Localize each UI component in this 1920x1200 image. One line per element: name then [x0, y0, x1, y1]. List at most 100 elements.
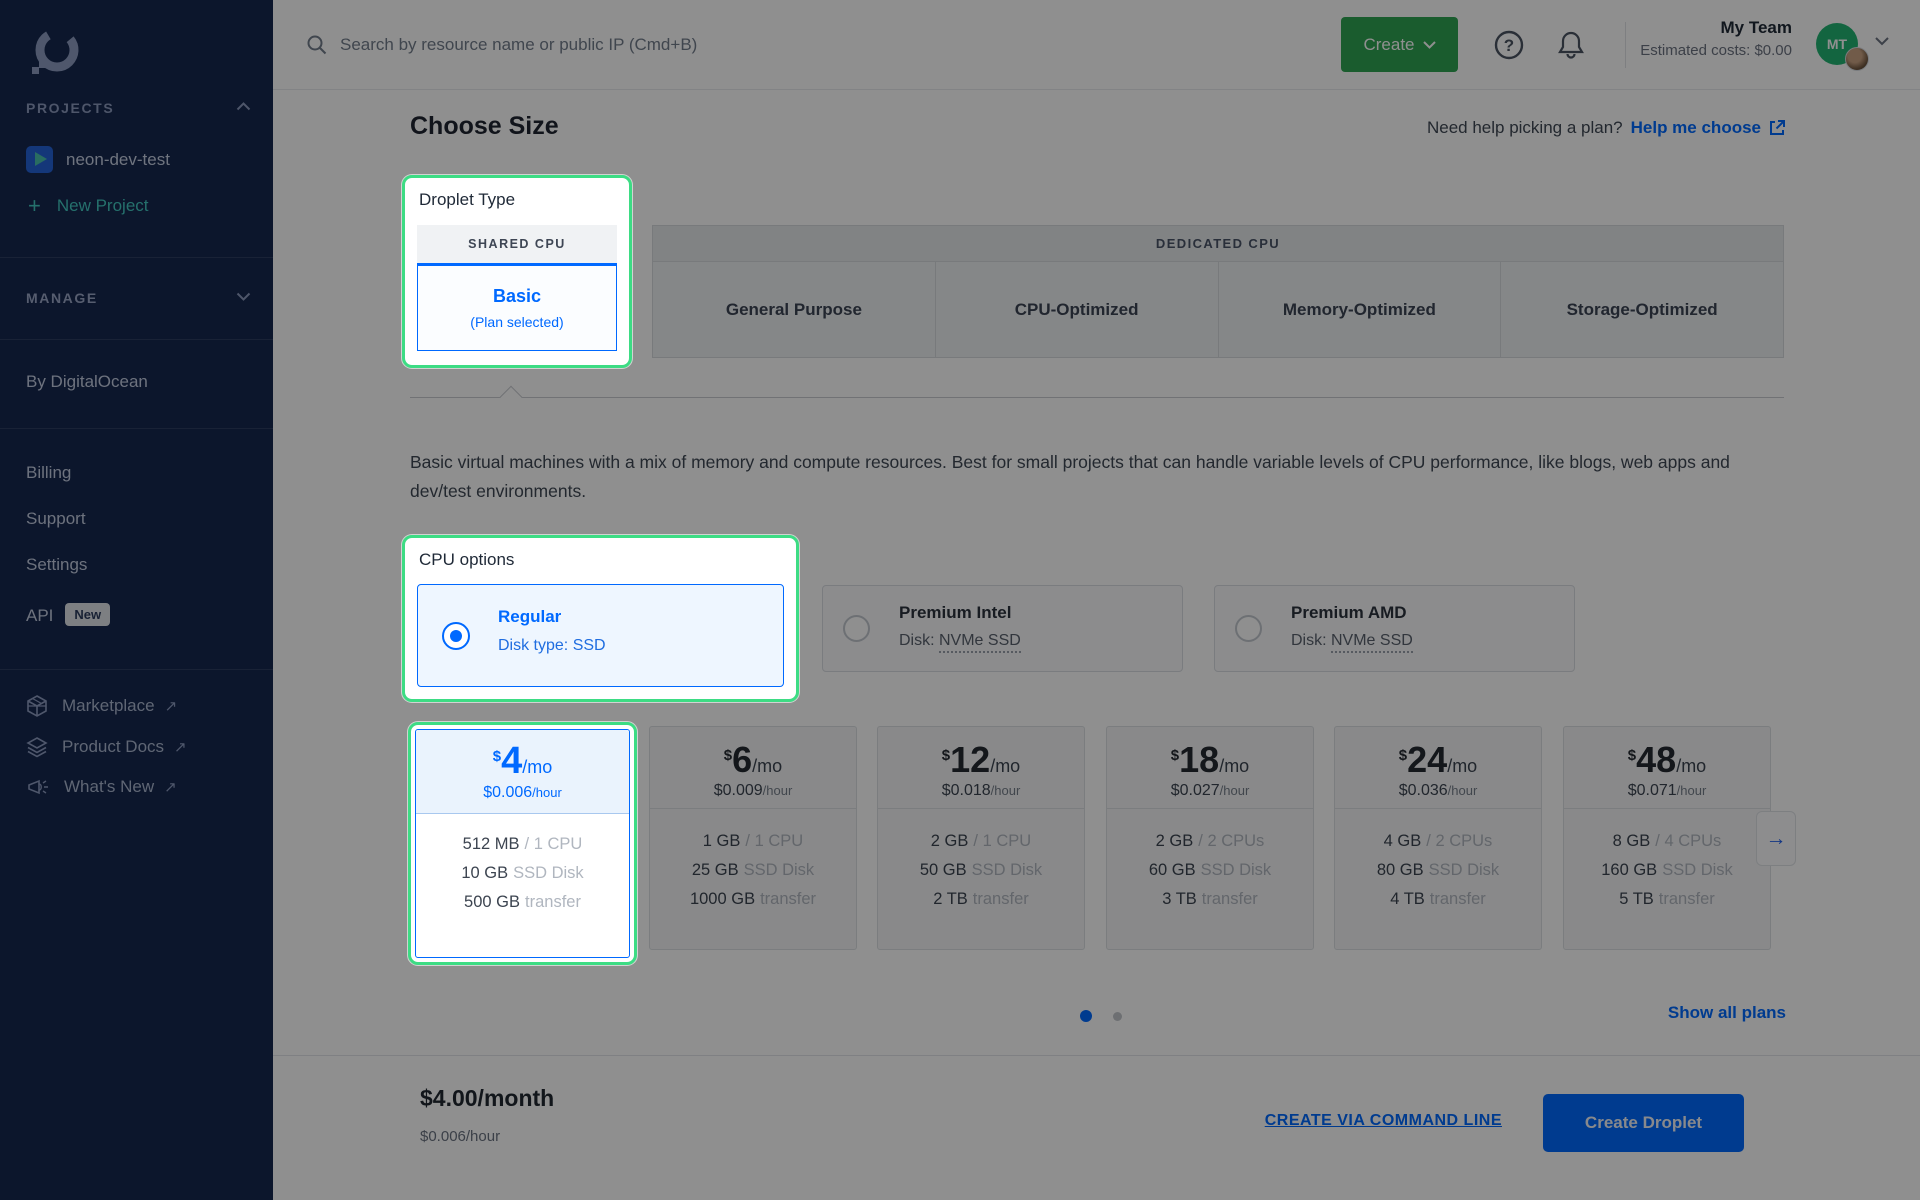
project-icon [26, 146, 53, 173]
project-name-label: neon-dev-test [66, 150, 170, 170]
sidebar-item-product-docs[interactable]: Product Docs ↗ [26, 736, 187, 758]
avatar-initials: MT [1827, 36, 1847, 52]
regular-disk-type: Disk type: SSD [498, 637, 606, 655]
page-title: Choose Size [410, 112, 559, 141]
sidebar-item-marketplace[interactable]: Marketplace ↗ [26, 695, 177, 717]
cpu-option-premium-intel[interactable]: Premium Intel Disk: NVMe SSD [822, 585, 1183, 672]
new-project-label: New Project [57, 196, 149, 216]
basic-label: Basic [493, 286, 541, 307]
projects-collapse-chevron-up-icon[interactable] [236, 102, 251, 111]
sidebar-item-support[interactable]: Support [26, 509, 86, 529]
plus-icon: + [28, 195, 41, 217]
manage-section-header[interactable]: MANAGE [26, 290, 98, 306]
section-divider-caret [500, 386, 523, 409]
create-button[interactable]: Create [1341, 17, 1458, 72]
plan-card-18[interactable]: $18/mo $0.027/hour 2 GB/ 2 CPUs 60 GBSSD… [1106, 726, 1314, 950]
cpu-option-premium-amd[interactable]: Premium AMD Disk: NVMe SSD [1214, 585, 1575, 672]
sidebar-divider [0, 339, 273, 340]
plan-specs: 512 MB/ 1 CPU 10 GBSSD Disk 500 GBtransf… [416, 814, 629, 917]
shared-cpu-tab[interactable]: SHARED CPU [417, 225, 617, 263]
sidebar-item-by-digitalocean[interactable]: By DigitalOcean [26, 372, 148, 392]
new-badge: New [65, 603, 110, 626]
help-prefix-text: Need help picking a plan? [1427, 118, 1623, 138]
docs-layers-icon [26, 736, 48, 758]
pagination-dot-active[interactable] [1080, 1010, 1092, 1022]
pagination-dot[interactable] [1113, 1012, 1122, 1021]
premium-intel-label: Premium Intel [899, 603, 1011, 623]
show-all-plans-link[interactable]: Show all plans [1668, 1003, 1786, 1023]
plan-card-24[interactable]: $24/mo $0.036/hour 4 GB/ 2 CPUs 80 GBSSD… [1334, 726, 1542, 950]
topbar-divider [1625, 22, 1626, 68]
plan-card-12[interactable]: $12/mo $0.018/hour 2 GB/ 1 CPU 50 GBSSD … [877, 726, 1085, 950]
megaphone-icon [26, 777, 50, 797]
sidebar-item-api[interactable]: API New [26, 603, 110, 626]
team-name: My Team [1640, 18, 1792, 38]
right-arrow-icon: → [1766, 827, 1787, 851]
radio-unselected-icon[interactable] [843, 615, 870, 642]
help-button[interactable]: ? [1491, 27, 1527, 63]
sidebar-item-settings[interactable]: Settings [26, 555, 87, 575]
sidebar-item-billing[interactable]: Billing [26, 463, 71, 483]
plan-card-6[interactable]: $6/mo $0.009/hour 1 GB/ 1 CPU 25 GBSSD D… [649, 726, 857, 950]
premium-amd-disk: Disk: NVMe SSD [1291, 632, 1413, 650]
plan-specs: 4 GB/ 2 CPUs 80 GBSSD Disk 4 TBtransfer [1335, 809, 1541, 914]
search-icon [306, 34, 328, 56]
create-via-command-line-link[interactable]: CREATE VIA COMMAND LINE [1265, 1112, 1502, 1130]
basic-plan-description: Basic virtual machines with a mix of mem… [410, 448, 1760, 506]
estimated-costs: Estimated costs: $0.00 [1640, 42, 1792, 59]
basic-plan-tab-selected[interactable]: Basic (Plan selected) [417, 263, 617, 351]
premium-amd-label: Premium AMD [1291, 603, 1407, 623]
tab-general-purpose[interactable]: General Purpose [653, 262, 936, 357]
digitalocean-logo-icon [30, 26, 82, 78]
plan-price: $18/mo $0.027/hour [1107, 727, 1313, 809]
new-project-button[interactable]: + New Project [28, 195, 149, 217]
tab-cpu-optimized[interactable]: CPU-Optimized [936, 262, 1219, 357]
radio-selected-icon[interactable] [442, 622, 470, 650]
footer-bar: $4.00/month $0.006/hour CREATE VIA COMMA… [273, 1055, 1920, 1200]
plan-price: $24/mo $0.036/hour [1335, 727, 1541, 809]
sidebar-item-whats-new[interactable]: What's New ↗ [26, 777, 177, 797]
external-link-arrow-icon: ↗ [165, 697, 178, 715]
bell-icon [1557, 30, 1585, 60]
external-link-arrow-icon: ↗ [174, 738, 187, 756]
search-input[interactable]: Search by resource name or public IP (Cm… [306, 0, 697, 90]
manage-expand-chevron-down-icon[interactable] [236, 292, 251, 301]
plan-card-4-selected[interactable]: $4/mo $0.006/hour 512 MB/ 1 CPU 10 GBSSD… [415, 729, 630, 958]
product-docs-label: Product Docs [62, 737, 164, 757]
create-droplet-button[interactable]: Create Droplet [1543, 1094, 1744, 1152]
marketplace-cube-icon [26, 695, 48, 717]
help-me-choose-link[interactable]: Help me choose [1631, 118, 1786, 138]
cpu-options-label: CPU options [419, 550, 514, 570]
radio-unselected-icon[interactable] [1235, 615, 1262, 642]
plan-selected-label: (Plan selected) [470, 314, 563, 330]
cpu-options-highlight: CPU options Regular Disk type: SSD [402, 535, 799, 702]
droplet-type-label: Droplet Type [419, 190, 515, 210]
whats-new-label: What's New [64, 777, 154, 797]
search-placeholder: Search by resource name or public IP (Cm… [340, 35, 697, 55]
plan-price: $48/mo $0.071/hour [1564, 727, 1770, 809]
external-link-icon [1768, 119, 1786, 137]
droplet-type-highlight: Droplet Type SHARED CPU Basic (Plan sele… [402, 175, 632, 368]
topbar: Search by resource name or public IP (Cm… [273, 0, 1920, 90]
tab-memory-optimized[interactable]: Memory-Optimized [1219, 262, 1502, 357]
create-button-label: Create [1363, 35, 1414, 55]
notifications-button[interactable] [1553, 27, 1589, 63]
account-chevron-down-icon[interactable] [1875, 37, 1889, 46]
total-monthly-price: $4.00/month [420, 1085, 554, 1112]
team-info[interactable]: My Team Estimated costs: $0.00 [1640, 18, 1792, 59]
sidebar-divider [0, 428, 273, 429]
next-plans-arrow-button[interactable]: → [1756, 811, 1796, 866]
dedicated-cpu-header: DEDICATED CPU [652, 225, 1784, 262]
api-label: API [26, 606, 53, 625]
premium-intel-disk: Disk: NVMe SSD [899, 632, 1021, 650]
sidebar-item-project[interactable]: neon-dev-test [26, 146, 170, 173]
svg-text:?: ? [1504, 36, 1514, 55]
plan-card-48[interactable]: $48/mo $0.071/hour 8 GB/ 4 CPUs 160 GBSS… [1563, 726, 1771, 950]
user-photo-avatar [1845, 47, 1869, 71]
tab-storage-optimized[interactable]: Storage-Optimized [1501, 262, 1783, 357]
cpu-option-regular-selected[interactable]: Regular Disk type: SSD [417, 584, 784, 687]
section-divider [410, 397, 1784, 398]
plan-price: $4/mo $0.006/hour [416, 730, 629, 814]
plan-price: $6/mo $0.009/hour [650, 727, 856, 809]
digitalocean-create-droplet-page: PROJECTS neon-dev-test + New Project MAN… [0, 0, 1920, 1200]
